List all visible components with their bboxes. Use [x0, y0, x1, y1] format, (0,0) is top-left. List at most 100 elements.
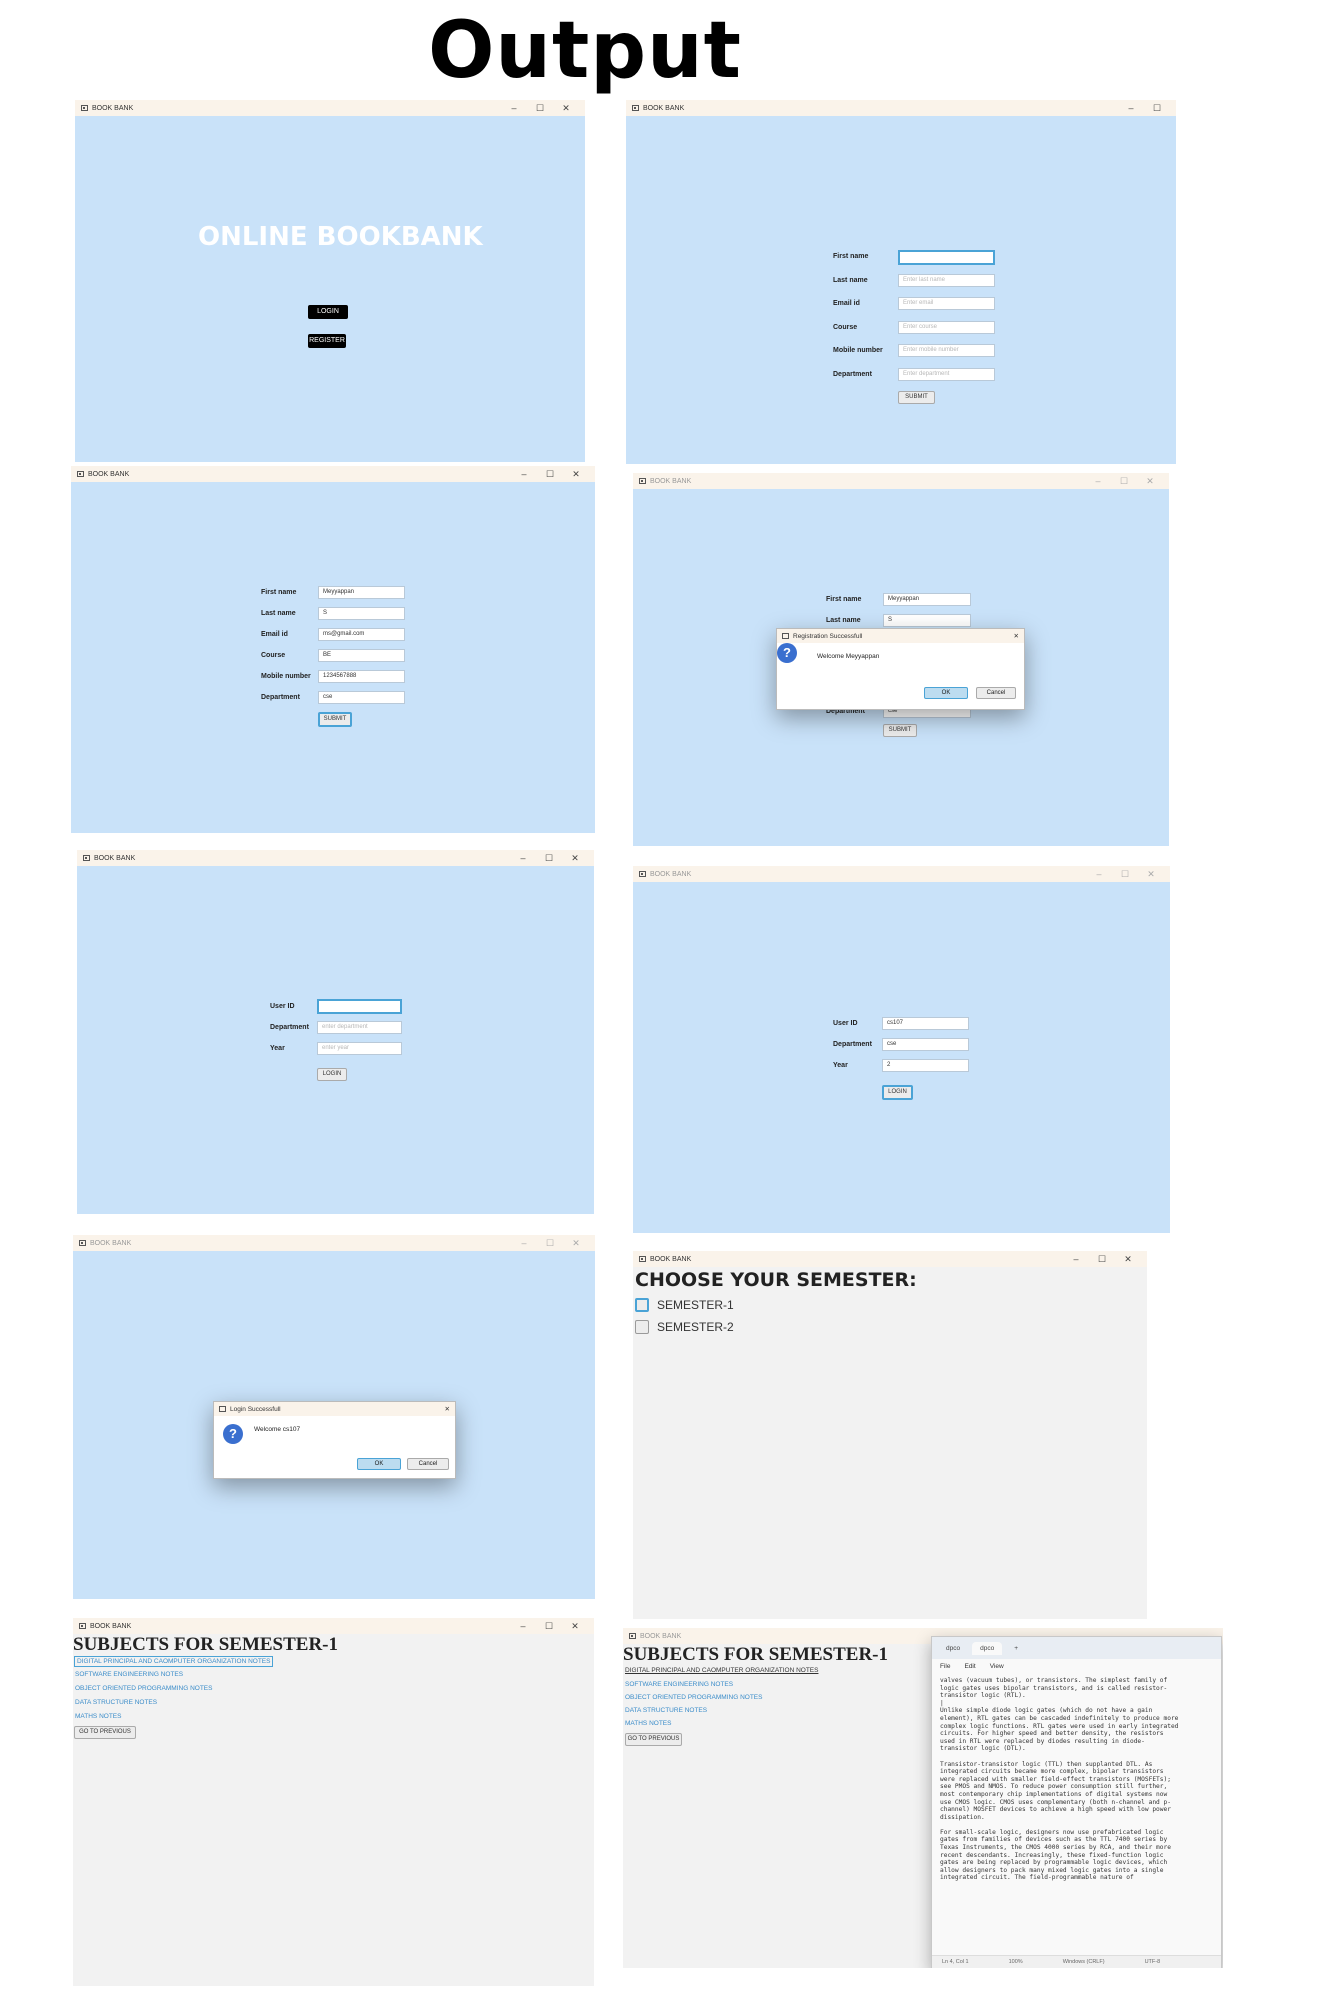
- mobile-field[interactable]: 1234567888: [318, 670, 405, 683]
- notepad-tab-bar: dpco dpco +: [932, 1637, 1221, 1659]
- dpco-notes-link[interactable]: DIGITAL PRINCIPAL AND CAOMPUTER ORGANIZA…: [74, 1656, 274, 1667]
- cancel-button[interactable]: Cancel: [976, 687, 1016, 699]
- dpco-notes-link[interactable]: DIGITAL PRINCIPAL AND CAOMPUTER ORGANIZA…: [625, 1667, 818, 1674]
- registration-dialog-window: BOOK BANK – ☐ ✕ First name Meyyappan Las…: [633, 473, 1169, 846]
- close-icon[interactable]: ✕: [563, 469, 589, 480]
- department-field[interactable]: cse: [318, 691, 405, 704]
- oop-notes-link[interactable]: OBJECT ORIENTED PROGRAMMING NOTES: [625, 1694, 762, 1701]
- data-structure-link[interactable]: DATA STRUCTURE NOTES: [75, 1699, 157, 1706]
- minimize-icon[interactable]: –: [1086, 869, 1112, 879]
- department-field[interactable]: cse: [882, 1038, 969, 1051]
- submit-button[interactable]: SUBMIT: [318, 712, 352, 727]
- subjects-window: BOOK BANK – ☐ ✕ SUBJECTS FOR SEMESTER-1 …: [73, 1618, 594, 1986]
- title-bar: BOOK BANK – ☐ ✕: [633, 473, 1169, 489]
- tab-dpco-active[interactable]: dpco: [972, 1641, 1003, 1655]
- close-icon[interactable]: ✕: [562, 1621, 588, 1632]
- login-window: BOOK BANK – ☐ ✕ User ID Department Year …: [77, 850, 594, 1214]
- department-field[interactable]: Enter department: [898, 368, 995, 381]
- maximize-icon[interactable]: ☐: [536, 1621, 562, 1632]
- close-icon[interactable]: ✕: [1137, 476, 1163, 487]
- minimize-icon[interactable]: –: [510, 1621, 536, 1631]
- user-id-field[interactable]: [317, 999, 402, 1014]
- maximize-icon[interactable]: ☐: [537, 469, 563, 480]
- last-name-field[interactable]: S: [318, 607, 405, 620]
- close-icon[interactable]: ✕: [1138, 869, 1164, 880]
- year-field[interactable]: enter year: [317, 1042, 402, 1055]
- login-button[interactable]: LOGIN: [882, 1085, 913, 1100]
- department-field[interactable]: enter department: [317, 1021, 402, 1034]
- last-name-field[interactable]: Enter last name: [898, 274, 995, 287]
- maximize-icon[interactable]: ☐: [527, 103, 553, 114]
- close-icon[interactable]: ✕: [1014, 632, 1019, 640]
- minimize-icon[interactable]: –: [1118, 103, 1144, 113]
- app-icon: [77, 471, 84, 477]
- minimize-icon[interactable]: –: [501, 103, 527, 113]
- close-icon[interactable]: ✕: [1115, 1254, 1141, 1265]
- minimize-icon[interactable]: –: [510, 853, 536, 863]
- email-field[interactable]: Enter email: [898, 297, 995, 310]
- go-to-previous-button[interactable]: GO TO PREVIOUS: [74, 1726, 136, 1739]
- new-tab-icon[interactable]: +: [1006, 1642, 1026, 1655]
- app-icon: [629, 1633, 636, 1639]
- go-to-previous-button[interactable]: GO TO PREVIOUS: [625, 1733, 682, 1746]
- maximize-icon[interactable]: ☐: [1144, 103, 1170, 114]
- user-id-label: User ID: [833, 1020, 858, 1027]
- data-structure-link[interactable]: DATA STRUCTURE NOTES: [625, 1707, 707, 1714]
- email-label: Email id: [833, 300, 860, 307]
- checkbox[interactable]: [635, 1298, 649, 1312]
- minimize-icon[interactable]: –: [1085, 476, 1111, 486]
- user-id-field[interactable]: cs107: [882, 1017, 969, 1030]
- login-button[interactable]: LOGIN: [308, 305, 348, 319]
- dialog-message: Welcome cs107: [254, 1426, 301, 1433]
- first-name-field[interactable]: Meyyappan: [318, 586, 405, 599]
- semester-2-option[interactable]: SEMESTER-2: [635, 1320, 734, 1334]
- close-icon[interactable]: ✕: [553, 103, 579, 114]
- close-icon[interactable]: ✕: [445, 1405, 450, 1413]
- submit-button[interactable]: SUBMIT: [898, 391, 935, 404]
- menu-view[interactable]: View: [990, 1663, 1004, 1670]
- maximize-icon[interactable]: ☐: [1111, 476, 1137, 487]
- submit-button[interactable]: SUBMIT: [883, 724, 917, 737]
- year-field[interactable]: 2: [882, 1059, 969, 1072]
- title-bar: BOOK BANK – ☐: [626, 100, 1176, 116]
- maths-notes-link[interactable]: MATHS NOTES: [75, 1713, 121, 1720]
- notepad-text[interactable]: valves (vacuum tubes), or transistors. T…: [932, 1673, 1221, 1886]
- course-field[interactable]: BE: [318, 649, 405, 662]
- minimize-icon[interactable]: –: [511, 469, 537, 479]
- first-name-label: First name: [826, 596, 862, 603]
- checkbox[interactable]: [635, 1320, 649, 1334]
- maximize-icon[interactable]: ☐: [1089, 1254, 1115, 1265]
- first-name-field[interactable]: [898, 250, 995, 265]
- software-engineering-link[interactable]: SOFTWARE ENGINEERING NOTES: [625, 1681, 733, 1688]
- app-icon: [219, 1406, 226, 1412]
- minimize-icon[interactable]: –: [1063, 1254, 1089, 1264]
- ok-button[interactable]: OK: [357, 1458, 401, 1470]
- last-name-field[interactable]: S: [883, 614, 971, 627]
- semester-1-option[interactable]: SEMESTER-1: [635, 1298, 734, 1312]
- mobile-field[interactable]: Enter mobile number: [898, 344, 995, 357]
- menu-file[interactable]: File: [940, 1663, 950, 1670]
- oop-notes-link[interactable]: OBJECT ORIENTED PROGRAMMING NOTES: [75, 1685, 212, 1692]
- menu-edit[interactable]: Edit: [964, 1663, 975, 1670]
- close-icon[interactable]: ✕: [562, 853, 588, 864]
- maximize-icon[interactable]: ☐: [537, 1238, 563, 1249]
- course-field[interactable]: Enter course: [898, 321, 995, 334]
- cancel-button[interactable]: Cancel: [407, 1458, 449, 1470]
- register-button[interactable]: REGISTER: [308, 334, 346, 348]
- minimize-icon[interactable]: –: [511, 1238, 537, 1248]
- mobile-label: Mobile number: [261, 673, 311, 680]
- software-engineering-link[interactable]: SOFTWARE ENGINEERING NOTES: [75, 1671, 183, 1678]
- semester-2-label: SEMESTER-2: [657, 1320, 734, 1334]
- close-icon[interactable]: ✕: [563, 1238, 589, 1249]
- ok-button[interactable]: OK: [924, 687, 968, 699]
- tab-dpco[interactable]: dpco: [938, 1642, 968, 1655]
- maximize-icon[interactable]: ☐: [536, 853, 562, 864]
- login-button[interactable]: LOGIN: [317, 1068, 347, 1081]
- year-label: Year: [833, 1062, 848, 1069]
- page-heading: Output: [428, 6, 742, 96]
- maximize-icon[interactable]: ☐: [1112, 869, 1138, 880]
- email-field[interactable]: ms@gmail.com: [318, 628, 405, 641]
- dialog-title: Registration Successfull: [793, 632, 863, 640]
- first-name-field[interactable]: Meyyappan: [883, 593, 971, 606]
- maths-notes-link[interactable]: MATHS NOTES: [625, 1720, 671, 1727]
